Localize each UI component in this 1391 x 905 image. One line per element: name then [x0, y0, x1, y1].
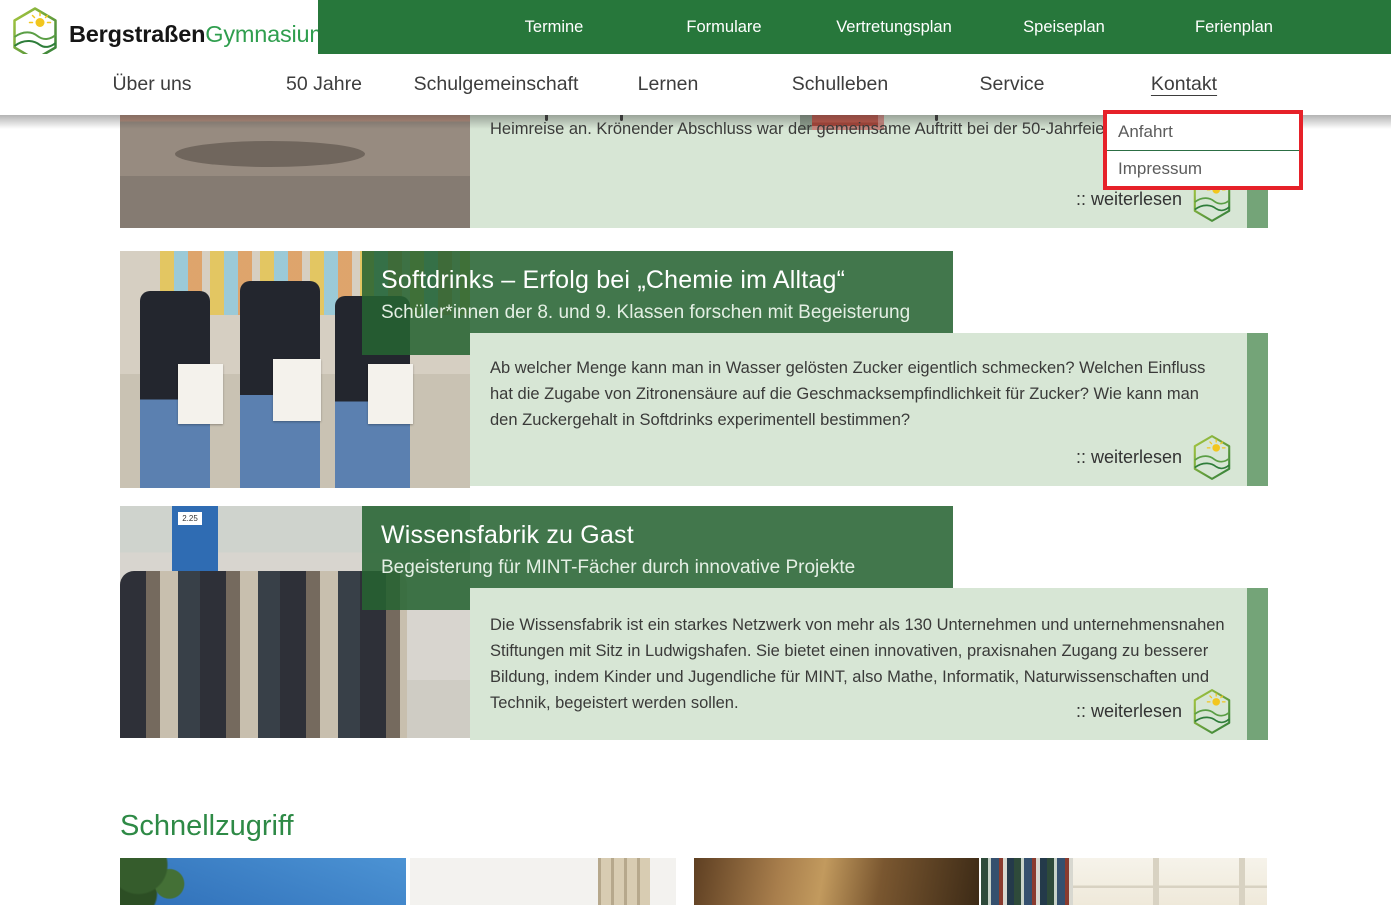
photo-shape [368, 364, 413, 424]
photo-shape [120, 858, 223, 905]
article-teaser-text: Ab welcher Menge kann man in Wasser gelö… [490, 355, 1227, 433]
article-teaser-panel: Die Wissensfabrik ist ein starkes Netzwe… [470, 588, 1247, 740]
main-nav-schulgemeinschaft[interactable]: Schulgemeinschaft [410, 73, 582, 96]
photo-shape [273, 359, 321, 421]
brand-name-bold: Bergstraßen [69, 21, 205, 47]
dropdown-item-impressum[interactable]: Impressum [1107, 151, 1299, 186]
photo-shape [175, 141, 365, 167]
kontakt-dropdown-highlight: Anfahrt Impressum [1103, 110, 1303, 190]
dropdown-item-anfahrt[interactable]: Anfahrt [1107, 114, 1299, 151]
photo-shape [178, 364, 223, 424]
utility-nav: Termine Formulare Vertretungsplan Speise… [318, 0, 1391, 54]
main-nav-50-jahre[interactable]: 50 Jahre [238, 73, 410, 96]
read-more-label: :: weiterlesen [1076, 701, 1182, 722]
hexagon-sun-hills-icon [1191, 688, 1233, 735]
article-title: Softdrinks – Erfolg bei „Chemie im Allta… [381, 266, 939, 295]
read-more-label: :: weiterlesen [1076, 189, 1182, 210]
main-nav-ueber-uns[interactable]: Über uns [66, 73, 238, 96]
photo-shape [598, 858, 650, 905]
quick-image-wooden-interior[interactable] [694, 858, 979, 905]
main-nav: Über uns 50 Jahre Schulgemeinschaft Lern… [0, 54, 1391, 115]
quick-access-heading: Schnellzugriff [120, 810, 294, 843]
utility-nav-termine[interactable]: Termine [469, 18, 639, 37]
main-nav-lernen[interactable]: Lernen [582, 73, 754, 96]
utility-nav-ferienplan[interactable]: Ferienplan [1149, 18, 1319, 37]
quick-image-library-shelves[interactable] [981, 858, 1267, 905]
brand-name-green: Gymnasium [205, 21, 329, 47]
news-card: Softdrinks – Erfolg bei „Chemie im Allta… [120, 251, 1268, 488]
accent-bar [1247, 588, 1268, 740]
quick-image-tree-and-sky[interactable] [120, 858, 406, 905]
article-subtitle: Schüler*innen der 8. und 9. Klassen fors… [381, 302, 939, 324]
article-subtitle: Begeisterung für MINT-Fächer durch innov… [381, 557, 939, 579]
utility-nav-speiseplan[interactable]: Speiseplan [979, 18, 1149, 37]
utility-nav-vertretungsplan[interactable]: Vertretungsplan [809, 18, 979, 37]
utility-nav-formulare[interactable]: Formulare [639, 18, 809, 37]
main-nav-service[interactable]: Service [926, 73, 1098, 96]
brand-name: BergstraßenGymnasium [69, 21, 329, 48]
article-teaser-panel: Ab welcher Menge kann man in Wasser gelö… [470, 333, 1247, 486]
photo-shape [981, 858, 1073, 905]
site-header: BergstraßenGymnasium Termine Formulare V… [0, 0, 1391, 115]
photo-shape [1073, 858, 1267, 905]
read-more-label: :: weiterlesen [1076, 447, 1182, 468]
read-more-link[interactable]: :: weiterlesen [1076, 434, 1233, 481]
door-sign: 2.25 [178, 512, 202, 525]
accent-bar [1247, 333, 1268, 486]
quick-access-row [120, 858, 1268, 905]
news-card: 2.25 Wissensfabrik zu Gast Begeisterung … [120, 506, 1268, 738]
hexagon-sun-hills-icon [1191, 434, 1233, 481]
page: Heimreise an. Krönender Abschluss war de… [0, 0, 1391, 905]
main-nav-kontakt[interactable]: Kontakt [1098, 73, 1270, 96]
quick-image-building-with-tower[interactable] [410, 858, 676, 905]
read-more-link[interactable]: :: weiterlesen [1076, 688, 1233, 735]
main-nav-schulleben[interactable]: Schulleben [754, 73, 926, 96]
article-title: Wissensfabrik zu Gast [381, 521, 939, 550]
